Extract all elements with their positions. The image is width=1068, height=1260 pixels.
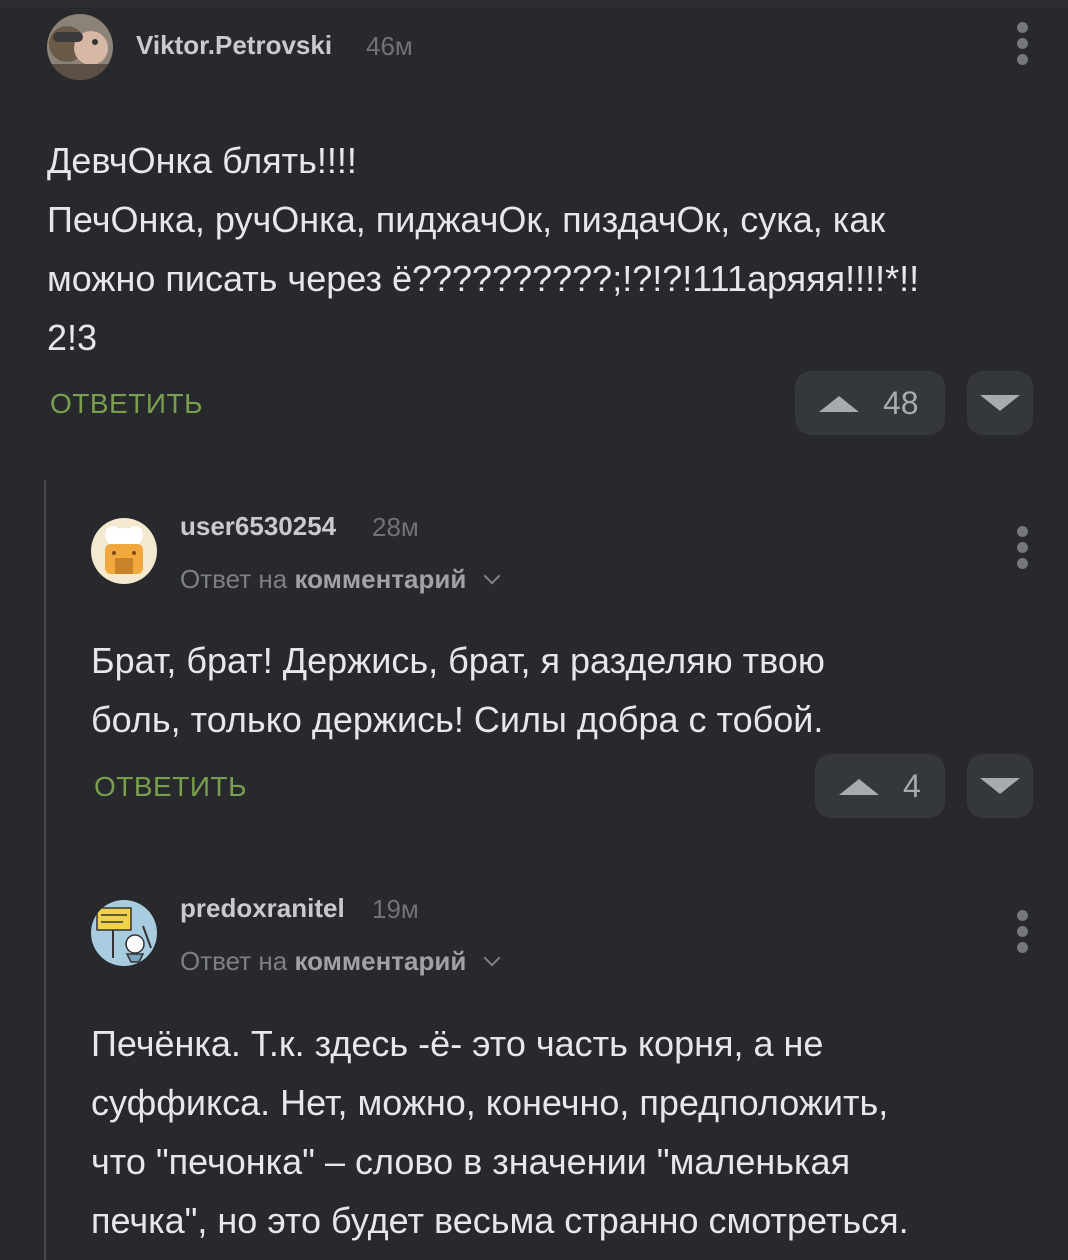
arrow-down-icon xyxy=(980,778,1020,794)
comment-body: Брат, брат! Держись, брат, я разделяю тв… xyxy=(91,631,825,749)
reply-to-link[interactable]: Ответ на комментарий xyxy=(180,564,501,595)
timestamp: 28м xyxy=(372,512,419,542)
avatar[interactable] xyxy=(47,14,113,80)
comment-line: что "печонка" – слово в значении "малень… xyxy=(91,1141,851,1182)
arrow-up-icon xyxy=(819,396,859,412)
comment-line: печка", но это будет весьма странно смот… xyxy=(91,1200,909,1241)
reply-to-prefix: Ответ на xyxy=(180,564,288,594)
timestamp: 19м xyxy=(372,894,419,924)
chevron-down-icon xyxy=(483,949,501,967)
timestamp: 46м xyxy=(366,31,413,61)
reply-button[interactable]: ОТВЕТИТЬ xyxy=(50,388,203,420)
reply-to-prefix: Ответ на xyxy=(180,946,288,976)
upvote-button[interactable]: 48 xyxy=(795,371,945,435)
vote-count: 48 xyxy=(883,385,919,421)
upvote-button[interactable]: 4 xyxy=(815,754,945,818)
chevron-down-icon xyxy=(483,567,501,585)
comment-line: боль, только держись! Силы добра с тобой… xyxy=(91,699,824,740)
comment-line: ДевчОнка блять!!!! xyxy=(47,140,357,181)
downvote-button[interactable] xyxy=(967,754,1033,818)
reply-to-link[interactable]: Ответ на комментарий xyxy=(180,946,501,977)
reply-to-target: комментарий xyxy=(294,946,467,976)
comments-screen: Viktor.Petrovski 46м ДевчОнка блять!!!! … xyxy=(0,0,1068,1260)
comment-line: суффикса. Нет, можно, конечно, предполож… xyxy=(91,1082,889,1123)
arrow-down-icon xyxy=(980,395,1020,411)
reply-button[interactable]: ОТВЕТИТЬ xyxy=(94,771,247,803)
comment-line: 2!3 xyxy=(47,317,98,358)
comment-body: Печёнка. Т.к. здесь -ё- это часть корня,… xyxy=(91,1014,909,1250)
downvote-button[interactable] xyxy=(967,371,1033,435)
comment-line: Брат, брат! Держись, брат, я разделяю тв… xyxy=(91,640,825,681)
vote-count: 4 xyxy=(903,768,921,804)
comment-line: ПечОнка, ручОнка, пиджачОк, пиздачОк, су… xyxy=(47,199,886,240)
chef-hat-avatar-icon xyxy=(91,518,157,584)
avatar[interactable] xyxy=(91,900,157,966)
avatar[interactable] xyxy=(91,518,157,584)
arrow-up-icon xyxy=(839,779,879,795)
comment-body: ДевчОнка блять!!!! ПечОнка, ручОнка, пид… xyxy=(47,131,919,367)
comment-line: Печёнка. Т.к. здесь -ё- это часть корня,… xyxy=(91,1023,824,1064)
reply-to-target: комментарий xyxy=(294,564,467,594)
more-options-icon[interactable] xyxy=(1012,526,1032,570)
user-photo-avatar-icon xyxy=(47,14,113,80)
username[interactable]: Viktor.Petrovski xyxy=(136,30,332,61)
comment-line: можно писать через ё??????????;!?!?!111а… xyxy=(47,258,920,299)
more-options-icon[interactable] xyxy=(1012,22,1032,66)
more-options-icon[interactable] xyxy=(1012,910,1032,954)
thread-line xyxy=(44,480,46,1260)
top-edge xyxy=(0,0,1068,8)
cartoon-sign-avatar-icon xyxy=(91,900,157,966)
username[interactable]: predoxranitel xyxy=(180,893,345,924)
username[interactable]: user6530254 xyxy=(180,511,336,542)
